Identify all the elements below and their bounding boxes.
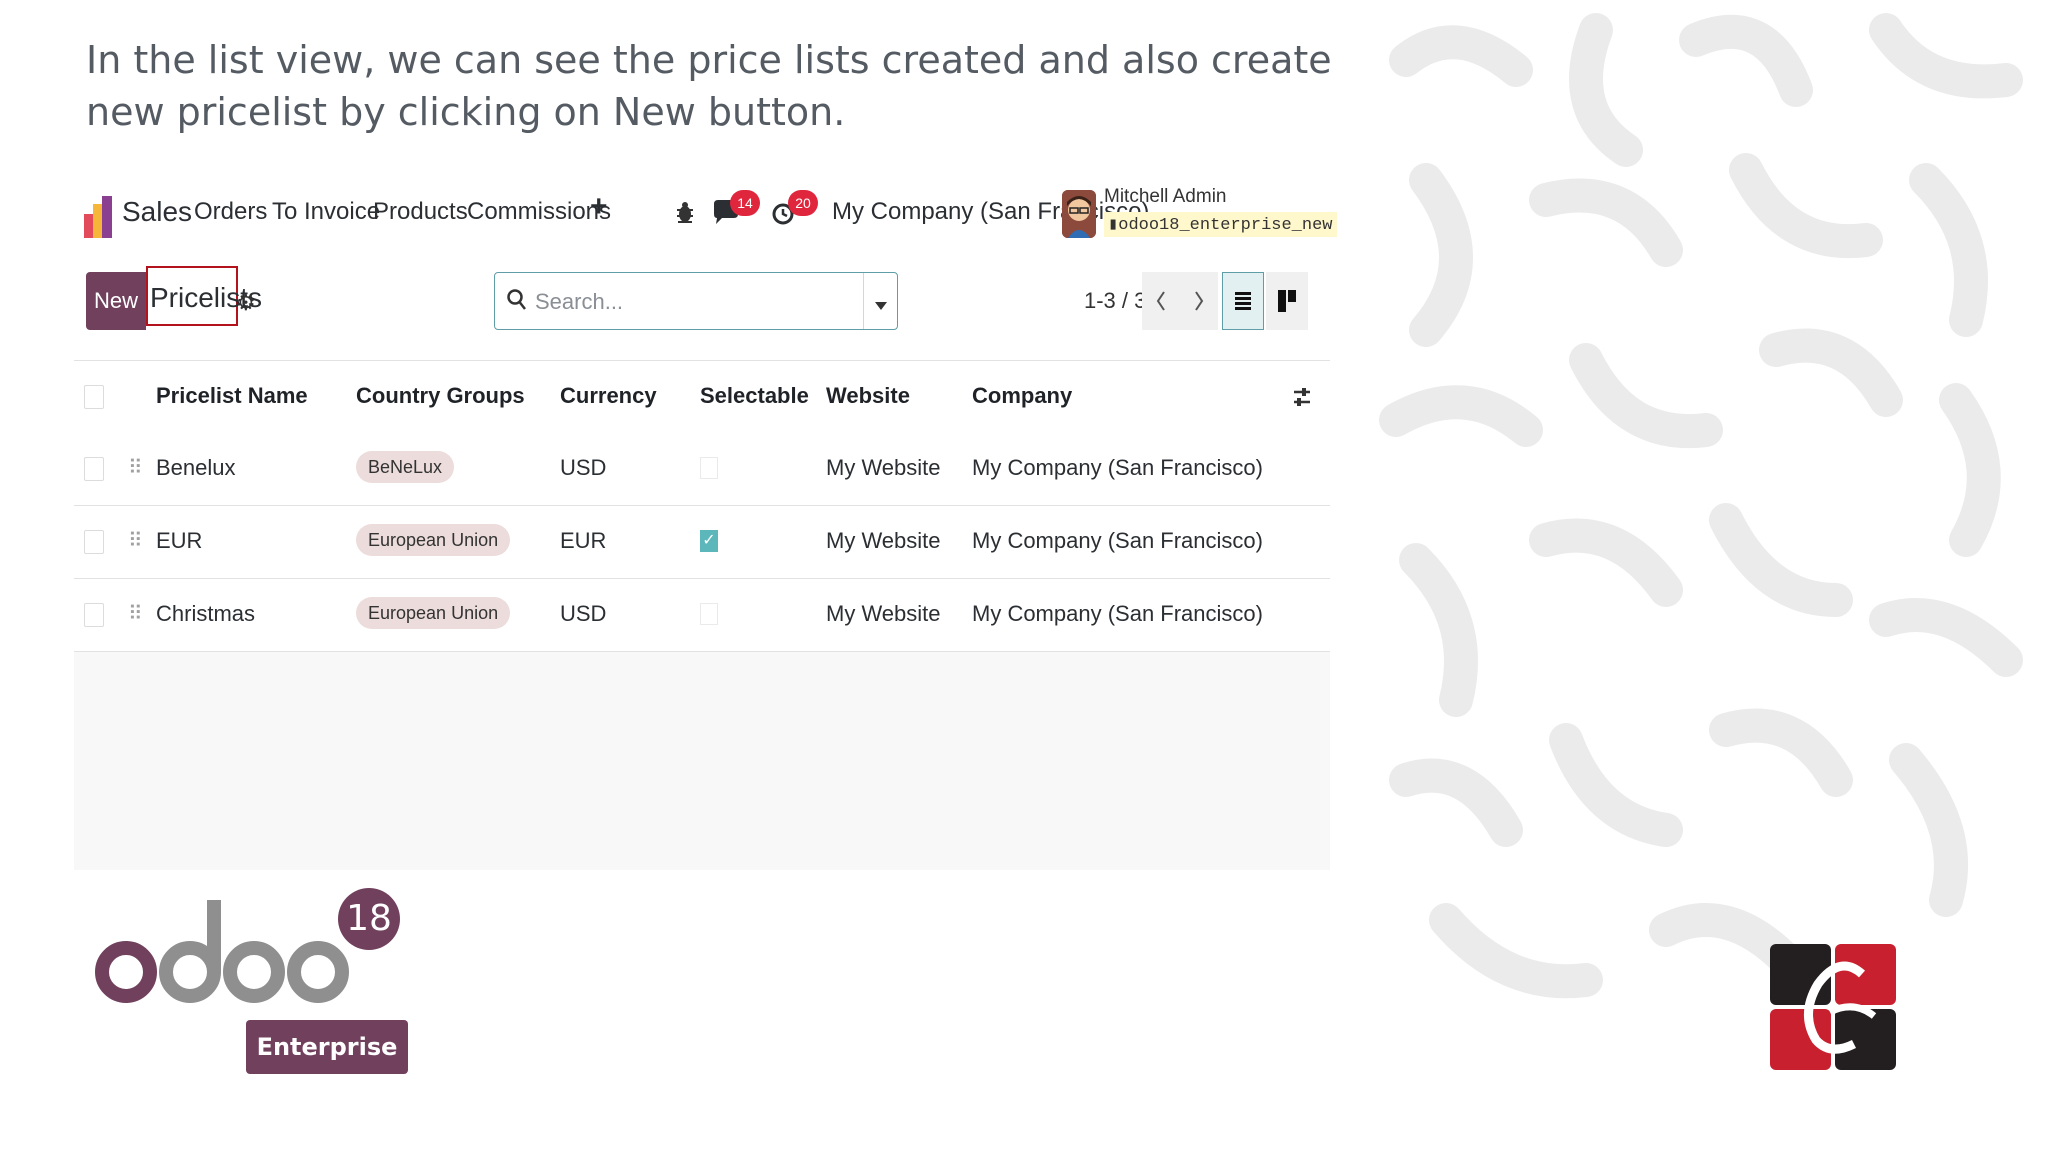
- list-view-icon: [1235, 292, 1251, 310]
- pricelist-name: Benelux: [156, 455, 236, 480]
- menu-products[interactable]: Products: [373, 198, 468, 226]
- column-country-groups[interactable]: Country Groups: [356, 383, 525, 409]
- company-switcher[interactable]: My Company (San Francisco): [832, 198, 1149, 226]
- database-label: odoo18_enterprise_new: [1118, 216, 1333, 235]
- list-view-button[interactable]: [1222, 272, 1264, 330]
- drag-handle-icon[interactable]: ⠿: [128, 601, 143, 626]
- slide-caption: In the list view, we can see the price l…: [86, 38, 1332, 134]
- currency: USD: [560, 455, 607, 480]
- search-icon: [507, 289, 527, 316]
- column-website[interactable]: Website: [826, 383, 910, 409]
- table-header: Pricelist Name Country Groups Currency S…: [74, 360, 1330, 434]
- version-badge: 18: [338, 888, 400, 950]
- table-row[interactable]: ⠿ Christmas European Union USD My Websit…: [74, 579, 1330, 652]
- app-name[interactable]: Sales: [122, 196, 192, 228]
- database-name: ▮odoo18_enterprise_new: [1104, 212, 1337, 237]
- kanban-view-button[interactable]: [1266, 272, 1308, 330]
- search-bar[interactable]: [494, 272, 898, 330]
- odoo-logo: [94, 886, 354, 1011]
- country-group-tag: European Union: [356, 524, 511, 556]
- row-checkbox[interactable]: [84, 603, 104, 627]
- menu-to-invoice[interactable]: To Invoice: [272, 198, 380, 226]
- drag-handle-icon[interactable]: ⠿: [128, 455, 143, 480]
- decorative-pattern: [1366, 0, 2048, 1080]
- country-group-tag: European Union: [356, 597, 511, 629]
- website: My Website: [826, 455, 941, 480]
- selectable-checkbox[interactable]: [700, 457, 718, 479]
- pricelist-table: Pricelist Name Country Groups Currency S…: [74, 360, 1330, 870]
- selectable-checkbox-checked[interactable]: ✓: [700, 530, 718, 552]
- pager-value[interactable]: 1-3 / 3: [1084, 288, 1146, 314]
- row-checkbox[interactable]: [84, 457, 104, 481]
- column-currency[interactable]: Currency: [560, 383, 657, 409]
- column-pricelist-name[interactable]: Pricelist Name: [156, 383, 308, 409]
- search-input[interactable]: [533, 285, 837, 319]
- currency: EUR: [560, 528, 607, 553]
- chevron-down-icon[interactable]: [875, 297, 887, 315]
- partner-logo: [1770, 944, 1896, 1070]
- drag-handle-icon[interactable]: ⠿: [128, 528, 143, 553]
- chevron-left-icon: [1156, 291, 1165, 311]
- table-row[interactable]: ⠿ EUR European Union EUR ✓ My Website My…: [74, 506, 1330, 579]
- user-name[interactable]: Mitchell Admin: [1104, 186, 1227, 208]
- menu-orders[interactable]: Orders: [194, 198, 267, 226]
- pager-next-button[interactable]: [1180, 272, 1218, 330]
- row-checkbox[interactable]: [84, 530, 104, 554]
- pager-previous-button[interactable]: [1142, 272, 1180, 330]
- avatar[interactable]: [1062, 190, 1096, 238]
- new-button[interactable]: New: [86, 272, 146, 330]
- messages-badge: 14: [730, 190, 760, 216]
- pricelist-name: EUR: [156, 528, 203, 553]
- website: My Website: [826, 601, 941, 626]
- plus-icon[interactable]: +: [590, 190, 608, 224]
- sales-app-icon[interactable]: [84, 196, 112, 243]
- bug-icon[interactable]: [676, 200, 694, 229]
- currency: USD: [560, 601, 607, 626]
- pricelist-name: Christmas: [156, 601, 256, 626]
- activities-badge: 20: [788, 190, 818, 216]
- column-selectable[interactable]: Selectable: [700, 383, 809, 409]
- edition-badge: Enterprise: [246, 1020, 408, 1074]
- company: My Company (San Francisco): [972, 601, 1263, 626]
- database-icon: ▮: [1108, 216, 1119, 235]
- selectable-checkbox[interactable]: [700, 603, 718, 625]
- search-divider: [863, 273, 864, 329]
- select-all-checkbox[interactable]: [84, 385, 104, 409]
- kanban-view-icon: [1278, 290, 1296, 312]
- gear-icon[interactable]: ⚙: [236, 290, 256, 316]
- company: My Company (San Francisco): [972, 528, 1263, 553]
- website: My Website: [826, 528, 941, 553]
- chevron-right-icon: [1195, 291, 1204, 311]
- top-navbar: Sales Orders To Invoice Products Commiss…: [84, 186, 1337, 243]
- optional-columns-icon[interactable]: [1292, 385, 1312, 414]
- table-row[interactable]: ⠿ Benelux BeNeLux USD My Website My Comp…: [74, 433, 1330, 506]
- column-company[interactable]: Company: [972, 383, 1072, 409]
- country-group-tag: BeNeLux: [356, 451, 455, 483]
- company: My Company (San Francisco): [972, 455, 1263, 480]
